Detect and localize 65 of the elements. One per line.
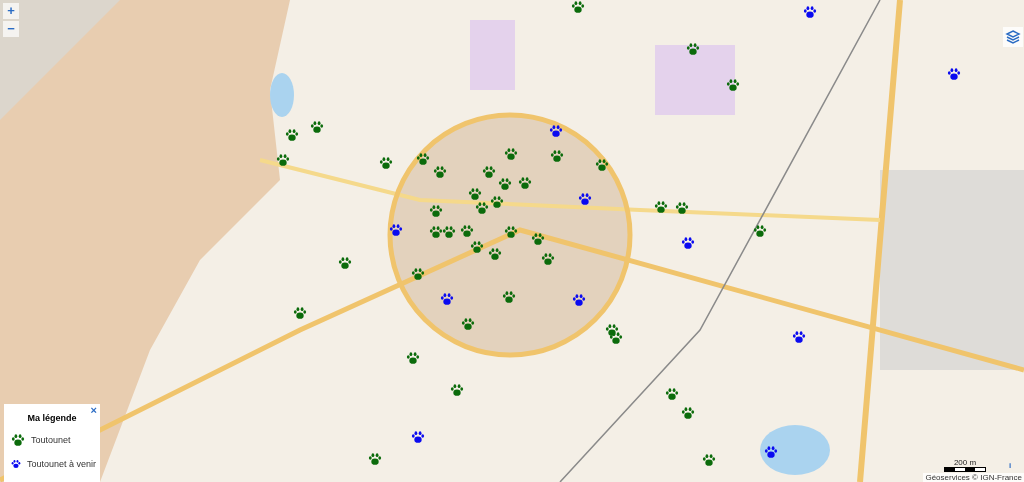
paw-icon[interactable] bbox=[578, 192, 592, 206]
paw-icon[interactable] bbox=[379, 156, 393, 170]
paw-icon[interactable] bbox=[702, 453, 716, 467]
paw-icon[interactable] bbox=[468, 187, 482, 201]
legend-title: Ma légende bbox=[27, 413, 77, 423]
paw-icon[interactable] bbox=[475, 201, 489, 215]
paw-icon[interactable] bbox=[504, 147, 518, 161]
paw-icon[interactable] bbox=[411, 267, 425, 281]
paw-icon[interactable] bbox=[686, 42, 700, 56]
paw-icon[interactable] bbox=[665, 387, 679, 401]
paw-icon[interactable] bbox=[571, 0, 585, 14]
paw-icon[interactable] bbox=[310, 120, 324, 134]
paw-icon[interactable] bbox=[488, 247, 502, 261]
paw-icon[interactable] bbox=[504, 225, 518, 239]
paw-icon[interactable] bbox=[675, 201, 689, 215]
paw-icon[interactable] bbox=[429, 204, 443, 218]
paw-icon[interactable] bbox=[502, 290, 516, 304]
paw-icon[interactable] bbox=[550, 149, 564, 163]
paw-icon[interactable] bbox=[440, 292, 454, 306]
legend-label: Toutounet bbox=[31, 435, 71, 445]
paw-icon[interactable] bbox=[429, 225, 443, 239]
paw-icon[interactable] bbox=[470, 240, 484, 254]
paw-icon[interactable] bbox=[285, 128, 299, 142]
attribution-text: Géoservices © IGN-France bbox=[923, 473, 1024, 482]
paw-icon[interactable] bbox=[293, 306, 307, 320]
paw-icon[interactable] bbox=[442, 225, 456, 239]
paw-icon[interactable] bbox=[482, 165, 496, 179]
paw-icon[interactable] bbox=[411, 430, 425, 444]
paw-icon[interactable] bbox=[541, 252, 555, 266]
info-button[interactable]: i bbox=[1009, 461, 1012, 470]
paw-icon[interactable] bbox=[726, 78, 740, 92]
scale-label: 200 m bbox=[953, 458, 977, 467]
paw-icon[interactable] bbox=[947, 67, 961, 81]
paw-icon[interactable] bbox=[406, 351, 420, 365]
paw-icon[interactable] bbox=[276, 153, 290, 167]
paw-icon[interactable] bbox=[753, 224, 767, 238]
paw-icon[interactable] bbox=[605, 323, 619, 337]
paw-icon[interactable] bbox=[389, 223, 403, 237]
paw-icon[interactable] bbox=[681, 236, 695, 250]
paw-icon[interactable] bbox=[416, 152, 430, 166]
paw-icon[interactable] bbox=[572, 293, 586, 307]
paw-icon[interactable] bbox=[490, 195, 504, 209]
paw-icon[interactable] bbox=[531, 232, 545, 246]
paw-icon[interactable] bbox=[609, 331, 623, 345]
paw-icon[interactable] bbox=[764, 445, 778, 459]
close-button[interactable]: × bbox=[89, 405, 98, 416]
paw-icon[interactable] bbox=[803, 5, 817, 19]
paw-icon[interactable] bbox=[460, 224, 474, 238]
paw-icon[interactable] bbox=[461, 317, 475, 331]
paw-icon[interactable] bbox=[549, 124, 563, 138]
paw-icon[interactable] bbox=[368, 452, 382, 466]
scale-bar bbox=[944, 467, 986, 472]
paw-icon[interactable] bbox=[338, 256, 352, 270]
layers-icon[interactable] bbox=[1003, 27, 1023, 47]
paw-icon[interactable] bbox=[498, 177, 512, 191]
paw-icon[interactable] bbox=[450, 383, 464, 397]
paw-icon[interactable] bbox=[654, 200, 668, 214]
paw-icon[interactable] bbox=[681, 406, 695, 420]
legend-label: Toutounet à venir bbox=[26, 459, 96, 469]
paw-icon[interactable] bbox=[792, 330, 806, 344]
zoom-out-button[interactable]: − bbox=[3, 21, 19, 37]
paw-icon[interactable] bbox=[433, 165, 447, 179]
paw-icon[interactable] bbox=[595, 158, 609, 172]
paw-icon[interactable] bbox=[518, 176, 532, 190]
zoom-in-button[interactable]: + bbox=[3, 3, 19, 19]
